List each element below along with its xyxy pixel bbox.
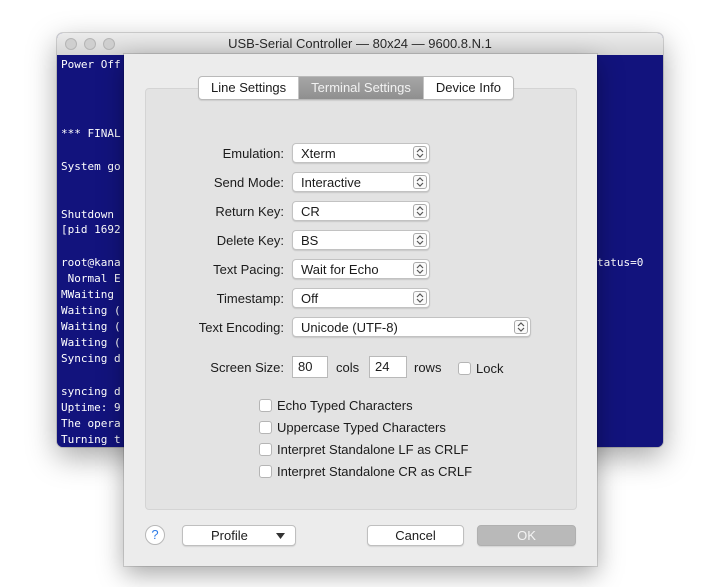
send-mode-label: Send Mode:: [213, 175, 284, 190]
screen-size-label: Screen Size:: [210, 360, 284, 375]
cancel-button[interactable]: Cancel: [367, 525, 464, 546]
text-pacing-label: Text Pacing:: [213, 262, 284, 277]
terminal-line: Syncing d: [61, 352, 121, 365]
send-mode-popup[interactable]: Interactive: [292, 172, 430, 192]
terminal-line: tatus=0: [597, 256, 644, 269]
terminal-line: The opera: [61, 417, 121, 430]
timestamp-value: Off: [301, 291, 319, 306]
terminal-line: Waiting (: [61, 320, 121, 333]
rows-label: rows: [414, 360, 442, 375]
rows-field[interactable]: 24: [369, 356, 407, 378]
uppercase-typed-checkbox[interactable]: [259, 421, 272, 434]
terminal-line: System go: [61, 160, 121, 173]
echo-typed-checkbox[interactable]: [259, 399, 272, 412]
terminal-line: MWaiting: [61, 288, 114, 301]
standalone-lf-label: Interpret Standalone LF as CRLF: [277, 442, 469, 457]
terminal-line: Waiting (: [61, 304, 121, 317]
delete-key-value: BS: [301, 233, 319, 248]
text-encoding-value: Unicode (UTF-8): [301, 320, 398, 335]
chevron-updown-icon: [413, 233, 427, 247]
terminal-line: Turning t: [61, 433, 121, 446]
profile-button[interactable]: Profile: [182, 525, 296, 546]
terminal-line: Power Off: [61, 58, 121, 71]
text-encoding-popup[interactable]: Unicode (UTF-8): [292, 317, 531, 337]
ok-button[interactable]: OK: [477, 525, 576, 546]
standalone-lf-checkbox[interactable]: [259, 443, 272, 456]
timestamp-popup[interactable]: Off: [292, 288, 430, 308]
terminal-line: [pid 1692: [61, 223, 121, 236]
terminal-line: syncing d: [61, 385, 121, 398]
lock-label: Lock: [476, 361, 504, 376]
help-icon[interactable]: ?: [145, 525, 165, 545]
echo-typed-label: Echo Typed Characters: [277, 398, 413, 413]
chevron-updown-icon: [514, 320, 528, 334]
timestamp-label: Timestamp:: [216, 291, 284, 306]
standalone-cr-checkbox[interactable]: [259, 465, 272, 478]
chevron-updown-icon: [413, 291, 427, 305]
chevron-updown-icon: [413, 262, 427, 276]
terminal-line: Shutdown: [61, 208, 114, 221]
window-title: USB-Serial Controller — 80x24 — 9600.8.N…: [228, 36, 492, 51]
titlebar: USB-Serial Controller — 80x24 — 9600.8.N…: [57, 33, 663, 56]
terminal-line: Uptime: 9: [61, 401, 121, 414]
return-key-label: Return Key:: [215, 204, 284, 219]
delete-key-label: Delete Key:: [216, 233, 284, 248]
text-pacing-value: Wait for Echo: [301, 262, 379, 277]
tab-line-settings[interactable]: Line Settings: [199, 77, 300, 99]
settings-sheet: Line Settings Terminal Settings Device I…: [124, 54, 597, 566]
emulation-value: Xterm: [301, 146, 336, 161]
cols-field[interactable]: 80: [292, 356, 328, 378]
emulation-popup[interactable]: Xterm: [292, 143, 430, 163]
terminal-line: *** FINAL: [61, 127, 121, 140]
text-encoding-label: Text Encoding:: [198, 320, 284, 335]
chevron-updown-icon: [413, 204, 427, 218]
chevron-updown-icon: [413, 175, 427, 189]
standalone-cr-label: Interpret Standalone CR as CRLF: [277, 464, 473, 479]
return-key-value: CR: [301, 204, 320, 219]
tab-bar: Line Settings Terminal Settings Device I…: [198, 76, 514, 100]
terminal-line: Normal E: [61, 272, 121, 285]
delete-key-popup[interactable]: BS: [292, 230, 430, 250]
tab-device-info[interactable]: Device Info: [424, 77, 513, 99]
profile-label: Profile: [211, 528, 248, 543]
emulation-label: Emulation:: [222, 146, 284, 161]
terminal-line: Waiting (: [61, 336, 121, 349]
text-pacing-popup[interactable]: Wait for Echo: [292, 259, 430, 279]
send-mode-value: Interactive: [301, 175, 361, 190]
cols-label: cols: [336, 360, 360, 375]
chevron-updown-icon: [413, 146, 427, 160]
tab-terminal-settings[interactable]: Terminal Settings: [299, 77, 424, 99]
chevron-down-icon: [276, 533, 285, 539]
terminal-line: root@kana: [61, 256, 121, 269]
lock-checkbox[interactable]: [458, 362, 471, 375]
uppercase-typed-label: Uppercase Typed Characters: [277, 420, 446, 435]
return-key-popup[interactable]: CR: [292, 201, 430, 221]
